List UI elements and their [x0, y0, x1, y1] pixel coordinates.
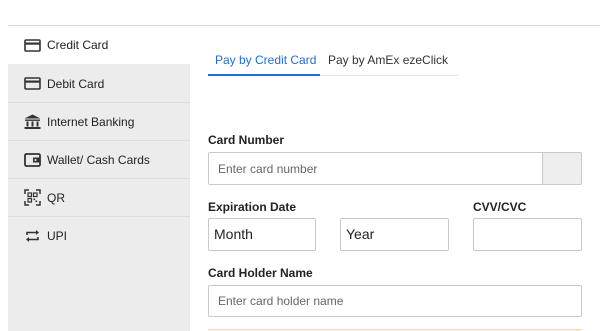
sidebar-item-upi[interactable]: UPI — [8, 217, 190, 255]
sidebar-item-label: Wallet/ Cash Cards — [47, 152, 150, 167]
sidebar-item-credit-card[interactable]: Credit Card — [8, 26, 191, 64]
payment-method-sidebar: Credit Card Debit Card Internet Banking … — [8, 26, 191, 331]
sidebar-item-internet-banking[interactable]: Internet Banking — [8, 103, 190, 141]
card-number-input[interactable] — [208, 152, 542, 185]
card-type-addon — [542, 152, 582, 185]
sidebar-item-label: Internet Banking — [47, 114, 135, 129]
expiry-year-select[interactable]: Year — [340, 218, 449, 251]
sidebar-item-qr[interactable]: QR — [8, 179, 190, 217]
qr-code-icon — [23, 189, 41, 206]
cvv-input[interactable] — [473, 218, 582, 251]
card-holder-name-input[interactable] — [208, 285, 582, 317]
sidebar-item-label: QR — [47, 190, 65, 205]
tab-pay-by-credit-card[interactable]: Pay by Credit Card — [208, 45, 320, 76]
expiry-month-select[interactable]: Month — [208, 218, 316, 251]
sidebar-item-label: Debit Card — [47, 76, 105, 91]
bank-icon — [23, 114, 41, 130]
sidebar-item-wallet[interactable]: Wallet/ Cash Cards — [8, 141, 190, 179]
credit-card-icon — [23, 37, 41, 53]
debit-card-icon — [23, 76, 41, 92]
card-number-label: Card Number — [208, 133, 285, 147]
cvv-label: CVV/CVC — [473, 200, 527, 214]
sidebar-item-label: Credit Card — [47, 38, 109, 52]
upi-transfer-icon — [23, 228, 41, 244]
card-holder-name-label: Card Holder Name — [208, 266, 313, 280]
sidebar-item-label: UPI — [47, 229, 68, 243]
expiration-date-label: Expiration Date — [208, 200, 297, 214]
tab-pay-by-amex-ezeclick[interactable]: Pay by AmEx ezeClick — [320, 45, 458, 76]
wallet-icon — [23, 152, 41, 168]
sidebar-item-debit-card[interactable]: Debit Card — [8, 65, 190, 103]
